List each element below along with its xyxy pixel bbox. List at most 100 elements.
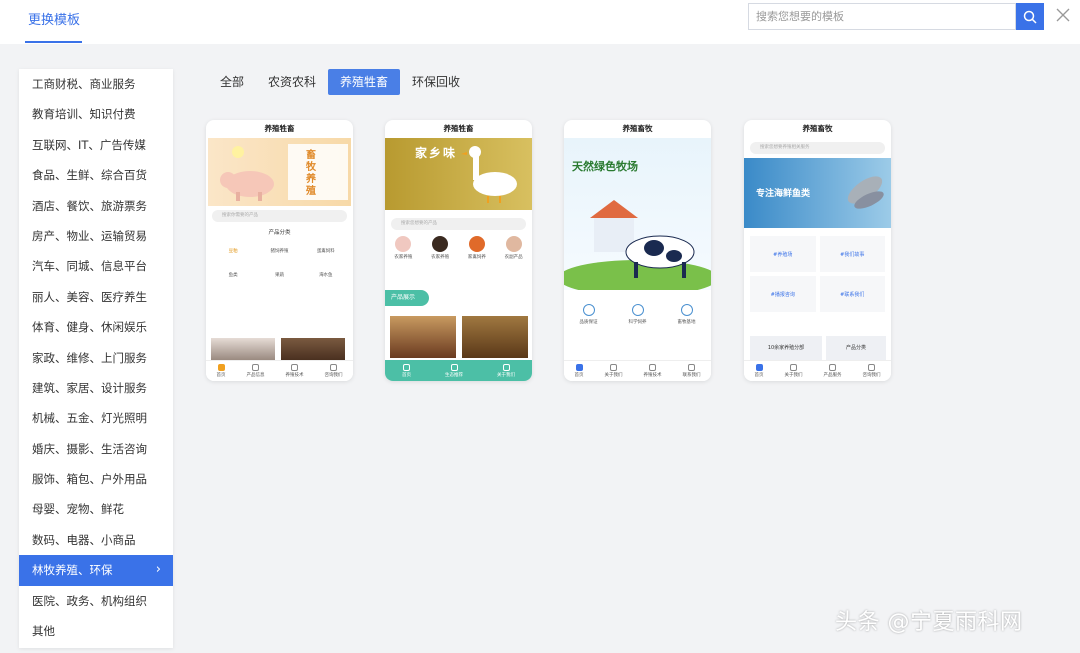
card-title: 养殖牲畜 xyxy=(264,124,295,133)
home-icon xyxy=(403,363,410,371)
tab-item: 生态推荐 xyxy=(445,363,463,378)
sidebar-item[interactable]: 机械、五金、灯光照明 xyxy=(19,403,173,433)
sidebar-item[interactable]: 食品、生鲜、综合百货 xyxy=(19,160,173,190)
tab-label: 咨询我们 xyxy=(862,373,881,378)
icon-label: 农家养殖 xyxy=(394,255,413,260)
card-search: 搜索你需要的产品 xyxy=(212,210,347,222)
product-images xyxy=(390,316,528,358)
tab-label: 生态推荐 xyxy=(445,372,463,378)
card-title: 养殖畜牧 xyxy=(622,124,653,133)
sidebar-item-label: 互联网、IT、广告传媒 xyxy=(32,137,146,152)
sidebar-item-active[interactable]: 林牧养殖、环保 › xyxy=(19,555,173,586)
tile-grid: #养殖场 #我们故事 #播报咨询 #联系我们 xyxy=(750,236,885,312)
filter-recycling[interactable]: 环保回收 xyxy=(400,69,472,95)
icon-label: 家禽饲养 xyxy=(467,255,486,260)
tab-item: 产品服务 xyxy=(824,364,842,378)
tab-label: 首页 xyxy=(754,373,764,378)
banner-title: 专注海鲜鱼类 xyxy=(756,189,811,199)
sidebar-item[interactable]: 数码、电器、小商品 xyxy=(19,525,173,555)
sidebar-item[interactable]: 酒店、餐饮、旅游票务 xyxy=(19,191,173,221)
icon-label: 农副产品 xyxy=(504,255,523,260)
sidebar-item[interactable]: 家政、维修、上门服务 xyxy=(19,343,173,373)
sidebar-item-label: 其他 xyxy=(32,624,55,639)
sidebar-item-label: 婚庆、摄影、生活咨询 xyxy=(32,441,147,456)
card-tabbar: 首页 生态推荐 关于我们 xyxy=(385,360,532,381)
phone-icon xyxy=(330,364,337,371)
search-input[interactable] xyxy=(749,4,1015,29)
search-button[interactable] xyxy=(1016,3,1044,30)
template-card[interactable]: 养殖牲畜 畜牧养殖 搜索你需要的产品 产品分类 豆粕 猪饲养殖 蛋禽饲料 鱼类 … xyxy=(206,120,353,381)
feature-row: 品质保证 科学饲养 畜牧基地 xyxy=(564,304,711,325)
sidebar-item[interactable]: 医院、政务、机构组织 xyxy=(19,586,173,616)
filter-agri[interactable]: 农资农科 xyxy=(256,69,328,95)
feature-label: 畜牧基地 xyxy=(677,320,696,325)
tile-label: #养殖场 xyxy=(773,251,793,258)
sidebar-item-label: 工商财税、商业服务 xyxy=(32,77,136,91)
banner-title: 畜牧养殖 xyxy=(306,150,316,197)
doc-icon xyxy=(291,364,298,371)
tab-item: 咨询我们 xyxy=(325,364,343,378)
sidebar-item-label: 母婴、宠物、鲜花 xyxy=(32,502,124,517)
sidebar-item[interactable]: 其他 xyxy=(19,616,173,646)
sidebar-item[interactable]: 工商财税、商业服务 xyxy=(19,69,173,99)
tab-label: 关于我们 xyxy=(784,373,803,378)
tab-label: 首页 xyxy=(216,373,226,378)
banner-title: 家乡味 xyxy=(415,146,458,160)
sidebar-item-label: 丽人、美容、医疗养生 xyxy=(32,289,147,304)
chevron-right-icon: › xyxy=(155,562,161,578)
sidebar-item-label: 机械、五金、灯光照明 xyxy=(32,411,147,426)
card-tabbar: 首页 产品信息 养殖技术 咨询我们 xyxy=(206,360,353,381)
sidebar-item-label: 林牧养殖、环保 xyxy=(32,563,113,578)
grid-icon xyxy=(450,363,458,371)
sidebar-item[interactable]: 教育培训、知识付费 xyxy=(19,99,173,129)
template-card[interactable]: 养殖牲畜 家乡味 搜索您想要的产品 农家养殖 农家养殖 家禽饲养 农副产品 产品… xyxy=(385,120,532,381)
panel-right: 产品分类 xyxy=(826,336,886,360)
sidebar-item[interactable]: 婚庆、摄影、生活咨询 xyxy=(19,434,173,464)
banner-title: 天然绿色牧场 xyxy=(572,160,638,173)
tab-label: 养殖技术 xyxy=(643,373,662,378)
tab-label: 关于我们 xyxy=(497,372,515,378)
tab-item: 关于我们 xyxy=(605,364,623,378)
grid-item: 果蔬 xyxy=(274,273,284,278)
sidebar-item[interactable]: 汽车、同城、信息平台 xyxy=(19,251,173,281)
grid-icon xyxy=(829,364,836,371)
sidebar-item-label: 数码、电器、小商品 xyxy=(32,532,136,547)
top-bar: 更换模板 xyxy=(0,0,1080,44)
tile-label: #播报咨询 xyxy=(770,291,795,298)
card-tabbar: 首页 关于我们 产品服务 咨询我们 xyxy=(744,360,891,381)
tab-change-template[interactable]: 更换模板 xyxy=(28,9,80,28)
close-button[interactable] xyxy=(1054,6,1072,24)
filter-all[interactable]: 全部 xyxy=(208,69,256,95)
grid-item: 豆粕 xyxy=(228,249,238,254)
sidebar-item-label: 酒店、餐饮、旅游票务 xyxy=(32,198,147,213)
template-card[interactable]: 养殖畜牧 天然绿色牧场 品质保证 科学饲养 畜牧基地 首页 关于我们 养殖技术 … xyxy=(564,120,711,381)
card-title: 养殖牲畜 xyxy=(443,124,474,133)
tab-item: 关于我们 xyxy=(497,363,515,378)
sidebar-item-label: 家政、维修、上门服务 xyxy=(32,350,147,365)
banner-image: 天然绿色牧场 xyxy=(564,138,711,290)
tab-item: 养殖技术 xyxy=(644,364,662,378)
sidebar-item[interactable]: 建筑、家居、设计服务 xyxy=(19,373,173,403)
feature-item: 品质保证 xyxy=(580,304,598,325)
tile: #我们故事 xyxy=(819,236,885,272)
watermark: 头条 @宁夏雨科网 xyxy=(835,610,1023,635)
tab-label: 关于我们 xyxy=(604,373,623,378)
sidebar-item-label: 房产、物业、运输贸易 xyxy=(32,228,147,243)
tab-label: 首页 xyxy=(402,372,411,378)
template-card[interactable]: 养殖畜牧 搜索您想要养殖相关服务 专注海鲜鱼类 #养殖场 #我们故事 #播报咨询… xyxy=(744,120,891,381)
bottom-panels: 10余家养殖分部 产品分类 xyxy=(750,336,886,360)
filter-tabs: 全部 农资农科 养殖牲畜 环保回收 xyxy=(208,69,472,95)
sidebar-item[interactable]: 母婴、宠物、鲜花 xyxy=(19,494,173,524)
tab-label: 联系我们 xyxy=(682,373,701,378)
sidebar-item[interactable]: 服饰、箱包、户外用品 xyxy=(19,464,173,494)
doc-icon xyxy=(649,364,656,371)
sidebar-item[interactable]: 丽人、美容、医疗养生 xyxy=(19,282,173,312)
sidebar-item-label: 食品、生鲜、综合百货 xyxy=(32,168,147,183)
sidebar-item[interactable]: 互联网、IT、广告传媒 xyxy=(19,130,173,160)
feature-label: 科学饲养 xyxy=(628,320,647,325)
sidebar-item[interactable]: 房产、物业、运输贸易 xyxy=(19,221,173,251)
sidebar-item[interactable]: 体育、健身、休闲娱乐 xyxy=(19,312,173,342)
filter-livestock[interactable]: 养殖牲畜 xyxy=(328,69,401,95)
tab-item: 首页 xyxy=(755,364,764,378)
tile-label: #联系我们 xyxy=(840,291,865,298)
